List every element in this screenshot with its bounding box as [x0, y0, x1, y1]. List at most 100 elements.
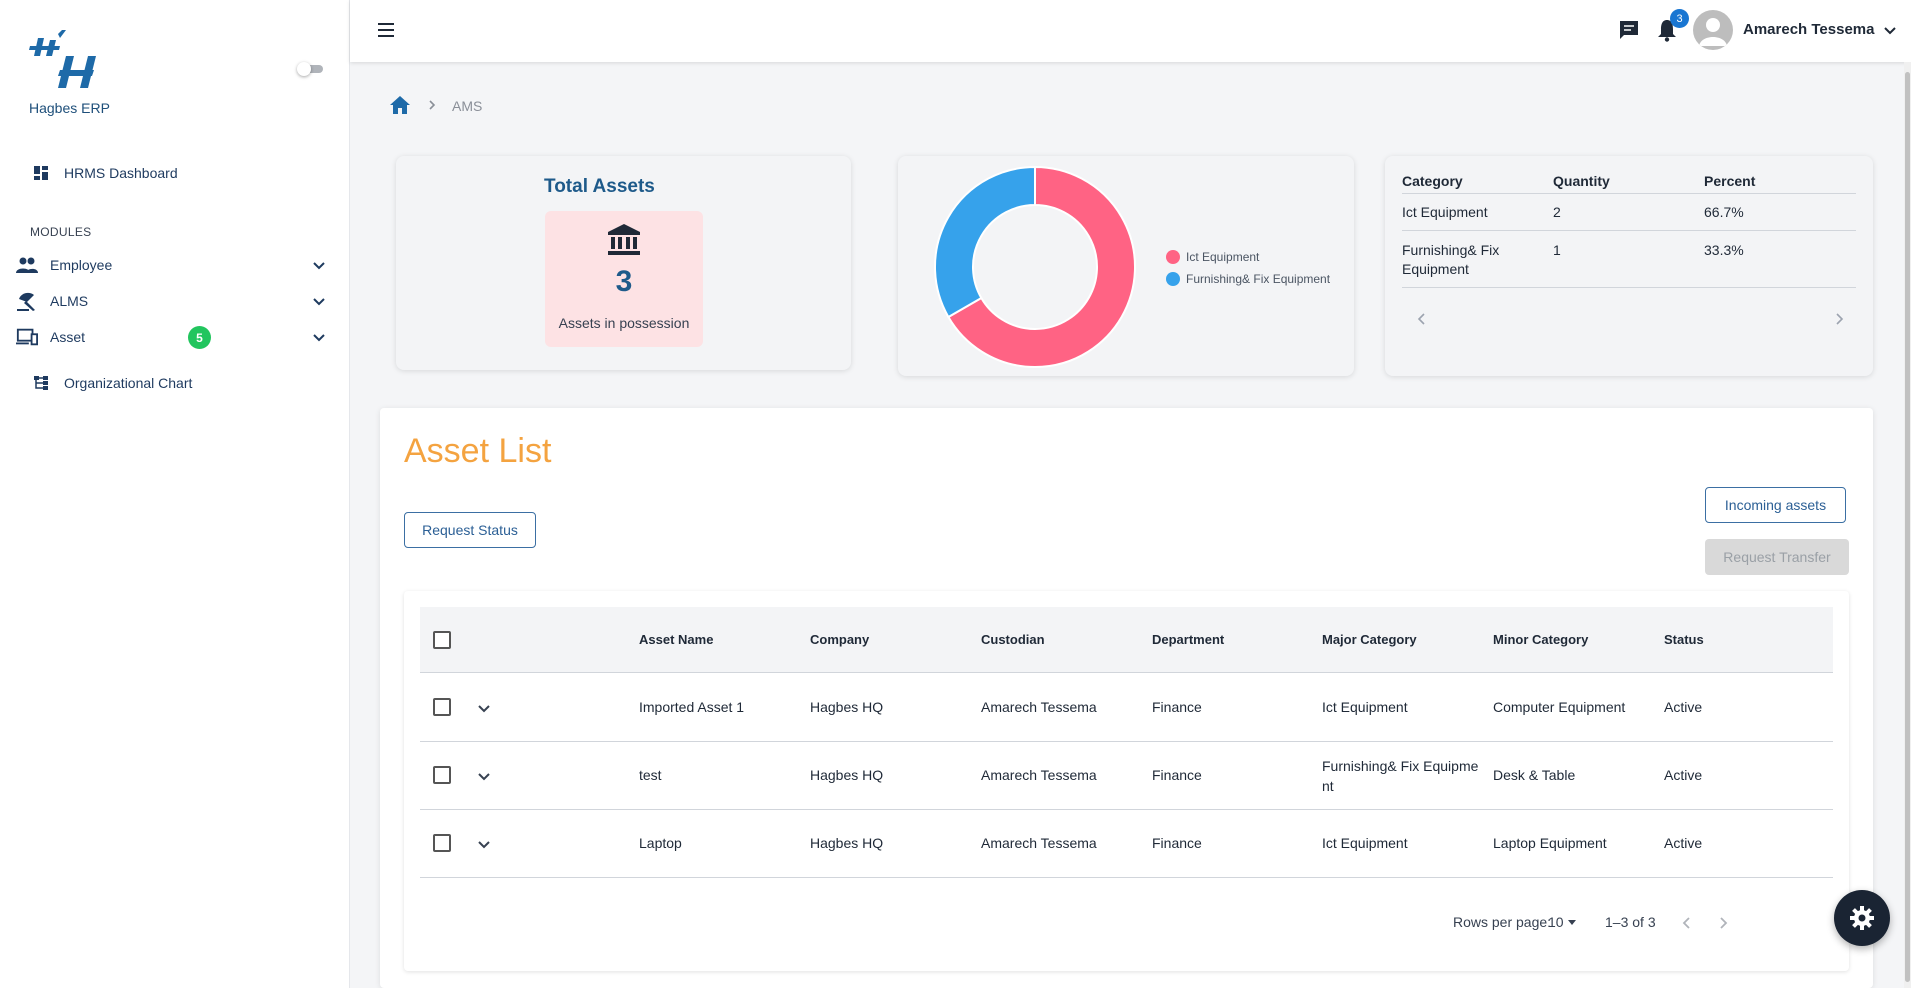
- sidebar-item-alms[interactable]: ALMS: [0, 284, 349, 318]
- rows-per-page-value: 10: [1548, 914, 1564, 930]
- legend-item[interactable]: Furnishing& Fix Equipment: [1166, 268, 1330, 290]
- major-category-cell: Ict Equipment: [1322, 699, 1408, 715]
- select-all-checkbox[interactable]: [433, 631, 451, 649]
- legend-label: Ict Equipment: [1186, 250, 1260, 264]
- asset-category-chart-card: Ict Equipment Furnishing& Fix Equipment: [898, 156, 1354, 376]
- row-checkbox[interactable]: [433, 698, 451, 716]
- chevron-down-icon[interactable]: [311, 329, 327, 345]
- page-scrollbar[interactable]: [1904, 62, 1911, 988]
- incoming-assets-button[interactable]: Incoming assets: [1705, 487, 1846, 523]
- column-header-major-category[interactable]: Major Category: [1322, 632, 1417, 647]
- sidebar-item-label: Asset: [50, 329, 86, 345]
- category-table-row: Furnishing& Fix Equipment 1 33.3%: [1402, 231, 1856, 288]
- status-cell: Active: [1664, 767, 1703, 783]
- rows-per-page-label: Rows per page:: [1453, 914, 1552, 930]
- request-transfer-button: Request Transfer: [1705, 539, 1849, 575]
- table-row[interactable]: Laptop Hagbes HQ Amarech Tessema Finance…: [420, 810, 1833, 878]
- percent-cell: 66.7%: [1704, 204, 1744, 220]
- category-table: Category Quantity Percent Ict Equipment …: [1402, 168, 1856, 288]
- quantity-cell: 2: [1553, 204, 1561, 220]
- home-icon[interactable]: [389, 94, 411, 116]
- sidebar-item-hrms-dashboard[interactable]: HRMS Dashboard: [0, 156, 349, 190]
- legend-swatch: [1166, 250, 1180, 264]
- major-category-cell: Furnishing& Fix Equipment: [1322, 758, 1479, 794]
- sidebar-item-org-chart[interactable]: Organizational Chart: [0, 366, 349, 400]
- sidebar-item-asset[interactable]: Asset 5: [0, 320, 349, 354]
- chevron-down-icon[interactable]: [476, 700, 492, 716]
- minor-category-cell: Computer Equipment: [1493, 699, 1626, 715]
- chevron-right-icon: [429, 100, 436, 110]
- chevron-left-icon[interactable]: [1415, 312, 1429, 326]
- top-bar: 3 Amarech Tessema: [350, 0, 1911, 62]
- asset-table: Asset Name Company Custodian Department …: [404, 591, 1849, 971]
- chat-icon[interactable]: [1618, 19, 1640, 41]
- major-category-cell: Ict Equipment: [1322, 835, 1408, 851]
- request-status-button[interactable]: Request Status: [404, 512, 536, 548]
- column-header-asset-name[interactable]: Asset Name: [639, 632, 713, 647]
- devices-icon: [16, 326, 38, 348]
- chevron-down-icon[interactable]: [1882, 22, 1898, 38]
- total-assets-label: Assets in possession: [558, 315, 690, 331]
- chevron-down-icon[interactable]: [311, 293, 327, 309]
- menu-icon[interactable]: [376, 20, 396, 40]
- modules-heading: MODULES: [30, 225, 92, 239]
- company-cell: Hagbes HQ: [810, 699, 884, 715]
- rows-per-page-select[interactable]: 10: [1548, 914, 1580, 930]
- donut-slice[interactable]: [934, 165, 1036, 319]
- asset-list-panel: Asset List Request Status Incoming asset…: [380, 408, 1873, 988]
- donut-chart: [934, 165, 1136, 368]
- brand-name: Hagbes ERP: [29, 100, 110, 116]
- row-checkbox[interactable]: [433, 766, 451, 784]
- quantity-cell: 1: [1553, 242, 1561, 258]
- category-cell: Furnishing& Fix Equipment: [1402, 242, 1500, 277]
- dashboard-icon: [30, 162, 52, 184]
- column-header-minor-category[interactable]: Minor Category: [1493, 632, 1588, 647]
- total-assets-count: 3: [615, 265, 633, 298]
- chevron-down-icon[interactable]: [311, 257, 327, 273]
- column-header-percent: Percent: [1704, 172, 1756, 189]
- sidebar-item-label: HRMS Dashboard: [64, 165, 178, 181]
- sidebar-item-label: Employee: [50, 257, 113, 273]
- theme-toggle[interactable]: [297, 62, 325, 76]
- company-cell: Hagbes HQ: [810, 767, 884, 783]
- sidebar-item-employee[interactable]: Employee: [0, 248, 349, 282]
- category-cell: Ict Equipment: [1402, 204, 1488, 220]
- people-icon: [16, 254, 38, 276]
- legend-item[interactable]: Ict Equipment: [1166, 246, 1330, 268]
- asset-name-cell: test: [639, 767, 662, 783]
- pagination-range: 1–3 of 3: [1605, 914, 1656, 930]
- asset-name-cell: Imported Asset 1: [639, 699, 745, 715]
- chevron-right-icon[interactable]: [1832, 312, 1846, 326]
- custodian-cell: Amarech Tessema: [981, 835, 1097, 851]
- column-header-department[interactable]: Department: [1152, 632, 1224, 647]
- breadcrumb-current: AMS: [452, 98, 483, 114]
- row-checkbox[interactable]: [433, 834, 451, 852]
- custodian-cell: Amarech Tessema: [981, 699, 1097, 715]
- beach-umbrella-icon: [16, 290, 38, 312]
- avatar[interactable]: [1693, 10, 1733, 50]
- column-header-company[interactable]: Company: [810, 632, 869, 647]
- total-assets-box: 3 Assets in possession: [545, 211, 703, 347]
- chevron-right-icon[interactable]: [1715, 915, 1731, 931]
- department-cell: Finance: [1152, 767, 1202, 783]
- chevron-down-icon[interactable]: [476, 768, 492, 784]
- chevron-left-icon[interactable]: [1679, 915, 1695, 931]
- asset-name-cell: Laptop: [639, 835, 682, 851]
- sidebar: Hagbes ERP HRMS Dashboard MODULES Employ…: [0, 0, 350, 988]
- chart-legend: Ict Equipment Furnishing& Fix Equipment: [1166, 246, 1330, 290]
- department-cell: Finance: [1152, 699, 1202, 715]
- table-row[interactable]: test Hagbes HQ Amarech Tessema Finance F…: [420, 742, 1833, 810]
- category-table-header: Category Quantity Percent: [1402, 168, 1856, 194]
- category-table-row: Ict Equipment 2 66.7%: [1402, 194, 1856, 231]
- total-assets-title: Total Assets: [544, 176, 655, 197]
- column-header-status[interactable]: Status: [1664, 632, 1704, 647]
- chevron-down-icon[interactable]: [476, 836, 492, 852]
- user-name[interactable]: Amarech Tessema: [1743, 21, 1874, 38]
- table-row[interactable]: Imported Asset 1 Hagbes HQ Amarech Tesse…: [420, 674, 1833, 742]
- column-header-custodian[interactable]: Custodian: [981, 632, 1045, 647]
- column-header-quantity: Quantity: [1553, 172, 1610, 189]
- hagbes-logo: [29, 30, 96, 88]
- settings-button[interactable]: [1834, 890, 1890, 946]
- category-table-card: Category Quantity Percent Ict Equipment …: [1385, 156, 1873, 376]
- total-assets-card: Total Assets 3 Assets in possession: [396, 156, 851, 370]
